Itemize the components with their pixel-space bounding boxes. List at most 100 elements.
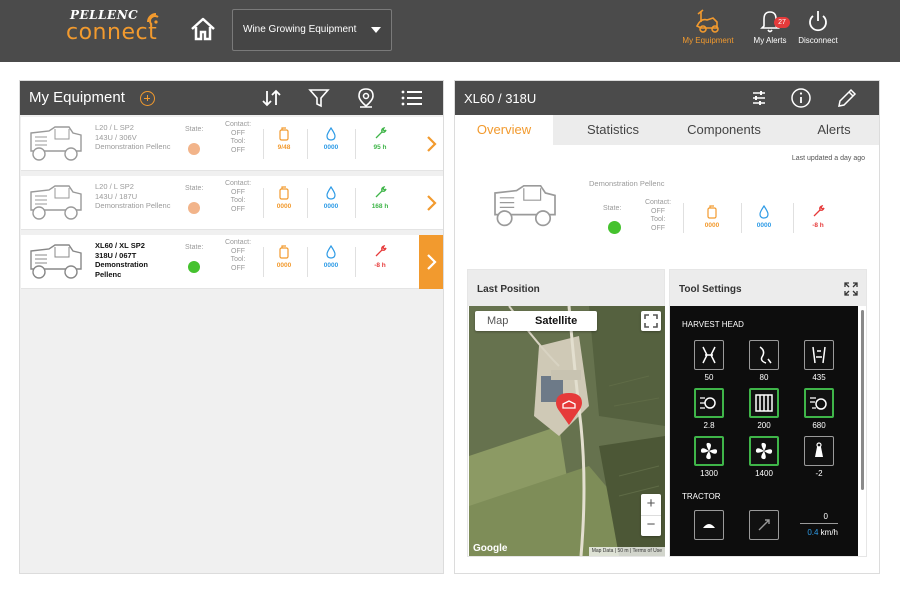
harvest-setting[interactable]: 1400 — [747, 436, 781, 478]
map-option[interactable]: Map — [487, 315, 508, 327]
fullscreen-map-button[interactable] — [641, 311, 661, 331]
home-button[interactable] — [188, 14, 218, 44]
sort-icon[interactable] — [260, 87, 284, 109]
last-updated-text: Last updated a day ago — [791, 155, 865, 162]
harvest-setting[interactable]: 680 — [802, 388, 836, 430]
chevron-right-icon — [427, 254, 437, 270]
tool-settings-title: Tool Settings — [679, 284, 742, 295]
tab-overview[interactable]: Overview — [455, 115, 553, 145]
equipment-list-header: My Equipment — [20, 81, 443, 115]
speed-value: 0 — [823, 512, 828, 521]
setting-value: 80 — [759, 373, 769, 382]
hours-metric: -8 h — [801, 205, 835, 229]
google-attribution: Google — [473, 543, 508, 554]
pellenc-connect-logo[interactable]: PELLENC connect — [66, 8, 166, 48]
expand-icon[interactable] — [844, 282, 858, 296]
add-equipment-icon[interactable] — [140, 91, 155, 106]
power-icon — [809, 11, 827, 32]
map-footer[interactable]: Map Data | 50 m | Terms of Use — [588, 547, 665, 556]
divider — [355, 188, 356, 218]
fan-icon — [694, 436, 724, 466]
harvest-setting[interactable]: 2.8 — [692, 388, 726, 430]
water-metric: 0000 — [747, 205, 781, 229]
state-indicator — [188, 261, 200, 273]
tool-settings-scrollbar[interactable] — [861, 310, 864, 490]
tractor-setting[interactable] — [692, 510, 726, 540]
divider — [307, 188, 308, 218]
setting-value: 50 — [704, 373, 714, 382]
water-drop-icon — [326, 245, 336, 259]
sorting-icon — [694, 388, 724, 418]
fuel-value: 9/48 — [277, 144, 291, 151]
tractor-setting[interactable] — [747, 510, 781, 540]
tab-alerts[interactable]: Alerts — [787, 115, 881, 145]
divider — [793, 203, 794, 233]
harvest-setting[interactable]: 1300 — [692, 436, 726, 478]
hours-value: 168 h — [371, 203, 389, 210]
tab-components[interactable]: Components — [669, 115, 779, 145]
harvester-image — [494, 184, 556, 227]
chevron-right-icon[interactable] — [423, 133, 439, 155]
list-view-icon[interactable] — [400, 87, 424, 109]
water-value: 0000 — [323, 144, 339, 151]
fuel-value: 0000 — [704, 222, 720, 229]
fullscreen-icon — [644, 314, 658, 328]
owner-name: Demonstration Pellenc — [589, 179, 665, 188]
water-drop-icon — [759, 205, 769, 219]
last-position-header: Last Position — [468, 270, 664, 306]
weight-icon — [804, 436, 834, 466]
chevron-right-icon[interactable] — [423, 192, 439, 214]
open-detail-button[interactable] — [419, 235, 443, 289]
filter-icon[interactable] — [307, 87, 331, 109]
fuel-metric: 0000 — [267, 245, 301, 269]
divider — [263, 188, 264, 218]
location-pin-icon[interactable] — [354, 87, 378, 109]
equipment-row-selected[interactable]: XL60 / XL SP2 318U / 067T Demonstration … — [21, 235, 443, 289]
tab-statistics[interactable]: Statistics — [563, 115, 663, 145]
equipment-row[interactable]: L20 / L SP2 143U / 306V Demonstration Pe… — [21, 117, 443, 171]
state-label: State: — [185, 185, 204, 192]
zoom-out-button[interactable]: − — [641, 515, 661, 536]
wrench-icon — [375, 245, 387, 257]
hours-value: -8 h — [374, 262, 386, 269]
contact-tool-status: Contact: OFF Tool: OFF — [224, 180, 252, 213]
tractor-label: TRACTOR — [682, 492, 721, 501]
state-label: State: — [185, 126, 204, 133]
hood-icon — [694, 510, 724, 540]
detail-header: XL60 / 318U — [455, 81, 879, 115]
harvest-setting[interactable]: 435 — [802, 340, 836, 382]
my-equipment-button[interactable]: My Equipment — [676, 8, 740, 56]
state-indicator — [608, 221, 621, 234]
equipment-type-select[interactable]: Wine Growing Equipment — [232, 9, 392, 51]
water-metric: 0000 — [314, 245, 348, 269]
equipment-row[interactable]: L20 / L SP2 143U / 187U Demonstration Pe… — [21, 176, 443, 230]
harvester-image — [30, 185, 82, 220]
harvester-image — [30, 244, 82, 279]
harvester-image — [30, 126, 82, 161]
water-value: 0000 — [323, 262, 339, 269]
fuel-tank-icon — [279, 127, 289, 141]
state-indicator — [188, 143, 200, 155]
harvest-setting[interactable]: 200 — [747, 388, 781, 430]
zoom-in-button[interactable]: + — [641, 494, 661, 515]
last-position-card: Last Position Map Satellite + − Google M… — [467, 269, 665, 557]
info-icon[interactable] — [789, 87, 813, 109]
equipment-location-marker[interactable] — [555, 392, 583, 426]
water-metric: 0000 — [314, 127, 348, 151]
water-drop-icon — [326, 127, 336, 141]
settings-sliders-icon[interactable] — [747, 87, 771, 109]
satellite-map-image — [469, 306, 665, 556]
water-value: 0000 — [756, 222, 772, 229]
satellite-option[interactable]: Satellite — [535, 315, 577, 327]
harvest-setting[interactable]: 80 — [747, 340, 781, 382]
edit-pencil-icon[interactable] — [835, 87, 859, 109]
harvest-setting[interactable]: -2 — [802, 436, 836, 478]
equipment-name: XL60 / XL SP2 318U / 067T Demonstration … — [95, 241, 148, 279]
disconnect-button[interactable]: Disconnect — [786, 8, 850, 56]
harvest-setting[interactable]: 50 — [692, 340, 726, 382]
detail-tabs: Overview Statistics Components Alerts — [455, 115, 879, 145]
divider — [307, 129, 308, 159]
grid-filter-icon — [749, 388, 779, 418]
map-view[interactable]: Map Satellite + − Google Map Data | 50 m… — [469, 306, 665, 556]
speed-gauge-line — [800, 523, 838, 524]
